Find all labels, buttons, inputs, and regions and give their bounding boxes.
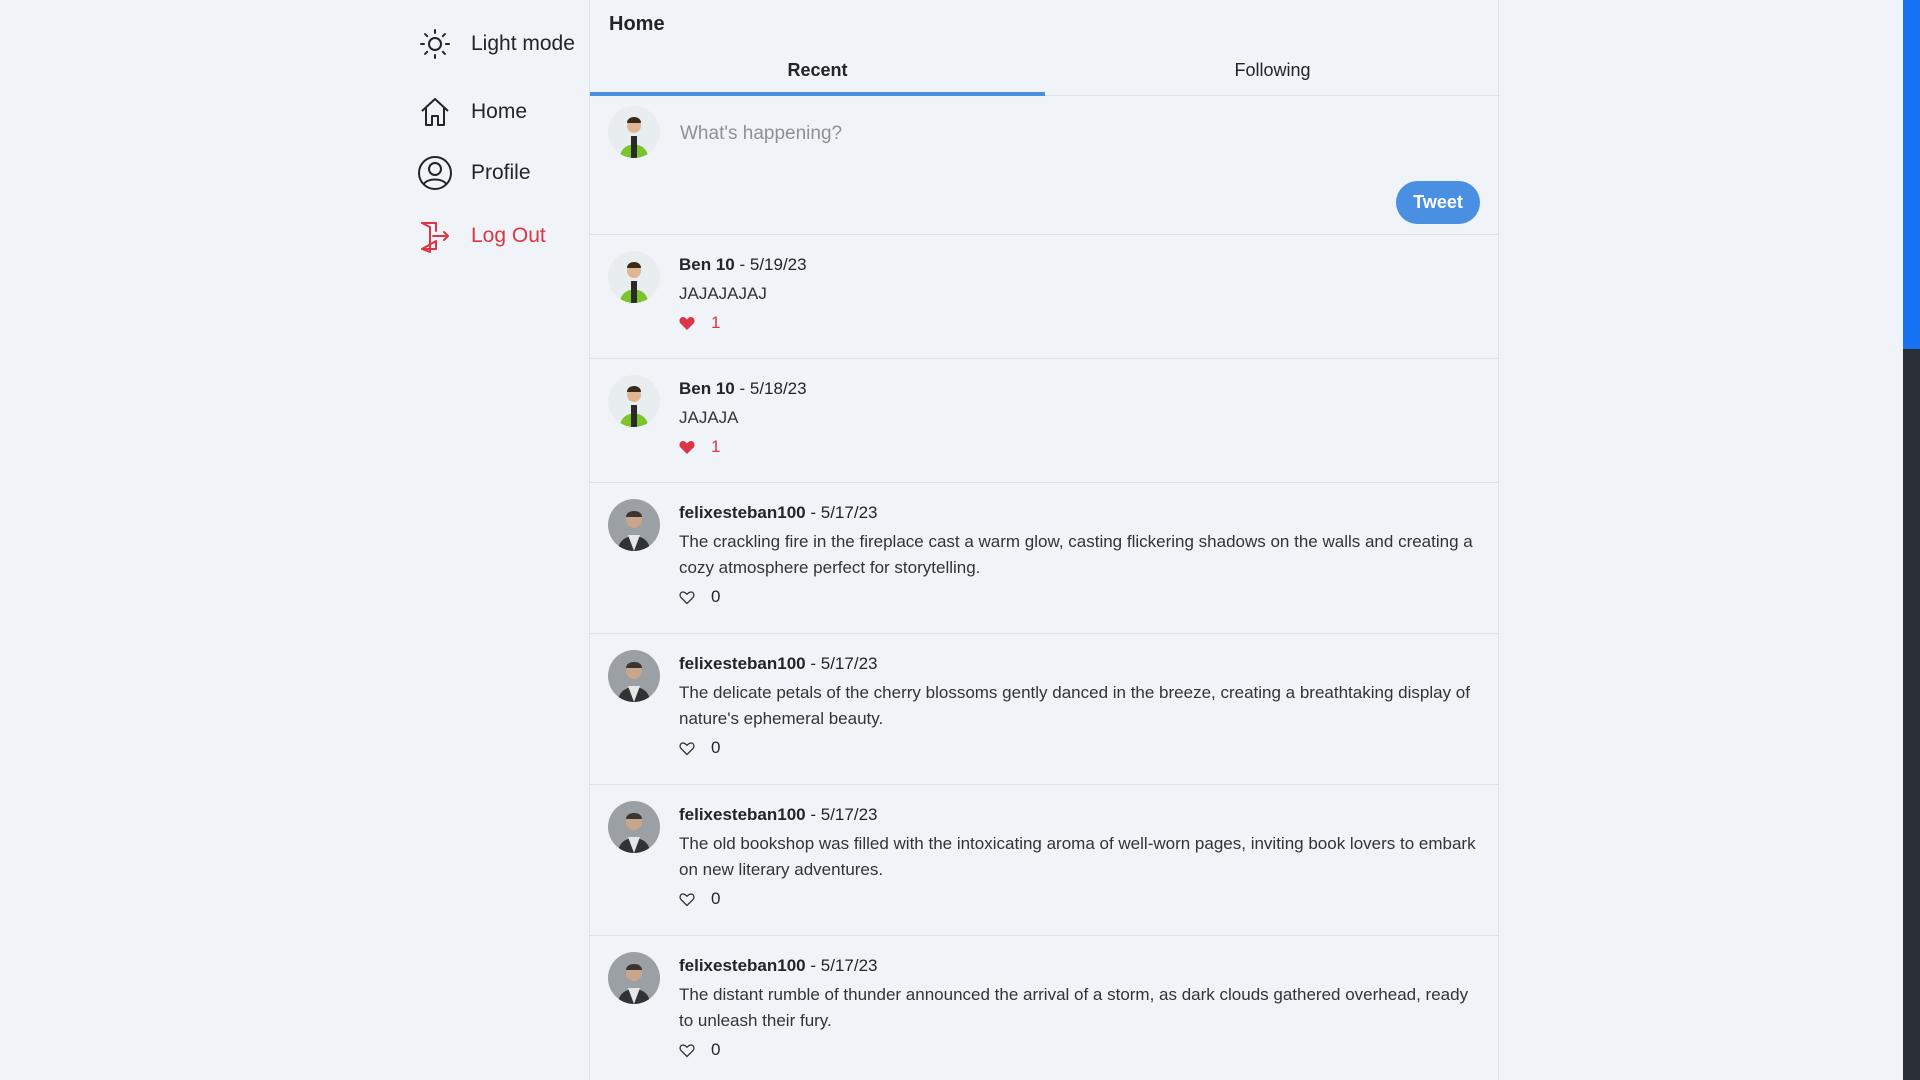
feed-column: Home Recent Following Tweet <box>589 0 1500 1080</box>
post-item: Ben 10 - 5/18/23 JAJAJA 1 <box>590 359 1498 483</box>
tab-recent[interactable]: Recent <box>590 52 1045 96</box>
page-scrollbar[interactable] <box>1903 0 1920 1080</box>
post-item: felixesteban100 - 5/17/23 The crackling … <box>590 483 1498 634</box>
like-count: 1 <box>711 437 721 456</box>
post-likes: 0 <box>679 587 720 607</box>
scrollbar-thumb[interactable] <box>1903 0 1920 349</box>
feed-tabs: Recent Following <box>590 52 1500 96</box>
post-likes: 0 <box>679 1040 720 1060</box>
post-likes: 1 <box>679 437 720 457</box>
heart-outline-icon[interactable] <box>679 1041 697 1059</box>
post-author[interactable]: felixesteban100 <box>679 956 806 975</box>
post-item: felixesteban100 - 5/17/23 The delicate p… <box>590 634 1498 785</box>
post-date: - 5/17/23 <box>810 956 878 975</box>
post-date: - 5/17/23 <box>810 654 878 673</box>
sidebar-item-profile[interactable]: Profile <box>417 151 531 195</box>
sidebar-item-home[interactable]: Home <box>417 90 527 134</box>
tab-following[interactable]: Following <box>1045 52 1500 95</box>
post-text: JAJAJAJAJ <box>679 284 767 303</box>
theme-toggle[interactable]: Light mode <box>417 22 575 66</box>
post-likes: 0 <box>679 738 720 758</box>
post-text: JAJAJA <box>679 408 739 427</box>
post-author[interactable]: felixesteban100 <box>679 503 806 522</box>
sidebar-item-logout-label: Log Out <box>471 224 546 247</box>
post-item: Ben 10 - 5/19/23 JAJAJAJAJ 1 <box>590 235 1498 359</box>
post-date: - 5/18/23 <box>739 379 807 398</box>
post-date: - 5/19/23 <box>739 255 807 274</box>
heart-filled-icon[interactable] <box>679 438 697 456</box>
post-header: felixesteban100 - 5/17/23 <box>679 654 877 674</box>
post-header: felixesteban100 - 5/17/23 <box>679 503 877 523</box>
post-likes: 0 <box>679 889 720 909</box>
post-author[interactable]: felixesteban100 <box>679 654 806 673</box>
heart-outline-icon[interactable] <box>679 588 697 606</box>
post-header: felixesteban100 - 5/17/23 <box>679 956 877 976</box>
post-item: felixesteban100 - 5/17/23 The old booksh… <box>590 785 1498 936</box>
avatar[interactable] <box>608 952 660 1004</box>
like-count: 0 <box>711 889 721 908</box>
post-text: The crackling fire in the fireplace cast… <box>679 532 1473 577</box>
post-header: felixesteban100 - 5/17/23 <box>679 805 877 825</box>
post-likes: 1 <box>679 313 720 333</box>
avatar <box>608 106 660 158</box>
avatar[interactable] <box>608 650 660 702</box>
like-count: 0 <box>711 738 721 757</box>
heart-outline-icon[interactable] <box>679 890 697 908</box>
post-text: The distant rumble of thunder announced … <box>679 985 1469 1030</box>
theme-toggle-label: Light mode <box>471 32 575 55</box>
like-count: 0 <box>711 587 721 606</box>
avatar[interactable] <box>608 499 660 551</box>
post-date: - 5/17/23 <box>810 805 878 824</box>
like-count: 0 <box>711 1040 721 1059</box>
heart-filled-icon[interactable] <box>679 314 697 332</box>
sidebar-item-logout[interactable]: Log Out <box>417 214 546 258</box>
sun-icon <box>417 26 453 62</box>
post-author[interactable]: Ben 10 <box>679 379 735 398</box>
app-page: Light mode Home Profile Log Out Home Rec… <box>0 0 1920 1080</box>
sidebar-item-profile-label: Profile <box>471 161 531 184</box>
post-text: The delicate petals of the cherry blosso… <box>679 683 1470 728</box>
sidebar-item-home-label: Home <box>471 100 528 123</box>
compose-input[interactable] <box>678 112 1462 156</box>
post-date: - 5/17/23 <box>810 503 878 522</box>
avatar[interactable] <box>608 375 660 427</box>
tweet-composer: Tweet <box>590 96 1498 235</box>
post-author[interactable]: Ben 10 <box>679 255 735 274</box>
heart-outline-icon[interactable] <box>679 739 697 757</box>
home-icon <box>417 94 453 130</box>
tweet-button[interactable]: Tweet <box>1396 181 1480 224</box>
like-count: 1 <box>711 313 721 332</box>
logout-icon <box>417 218 453 254</box>
avatar[interactable] <box>608 801 660 853</box>
user-circle-icon <box>417 155 453 191</box>
post-header: Ben 10 - 5/19/23 <box>679 255 807 275</box>
post-author[interactable]: felixesteban100 <box>679 805 806 824</box>
page-title: Home <box>609 13 665 35</box>
post-header: Ben 10 - 5/18/23 <box>679 379 807 399</box>
avatar[interactable] <box>608 251 660 303</box>
post-item: felixesteban100 - 5/17/23 The distant ru… <box>590 936 1498 1080</box>
post-text: The old bookshop was filled with the int… <box>679 834 1476 879</box>
